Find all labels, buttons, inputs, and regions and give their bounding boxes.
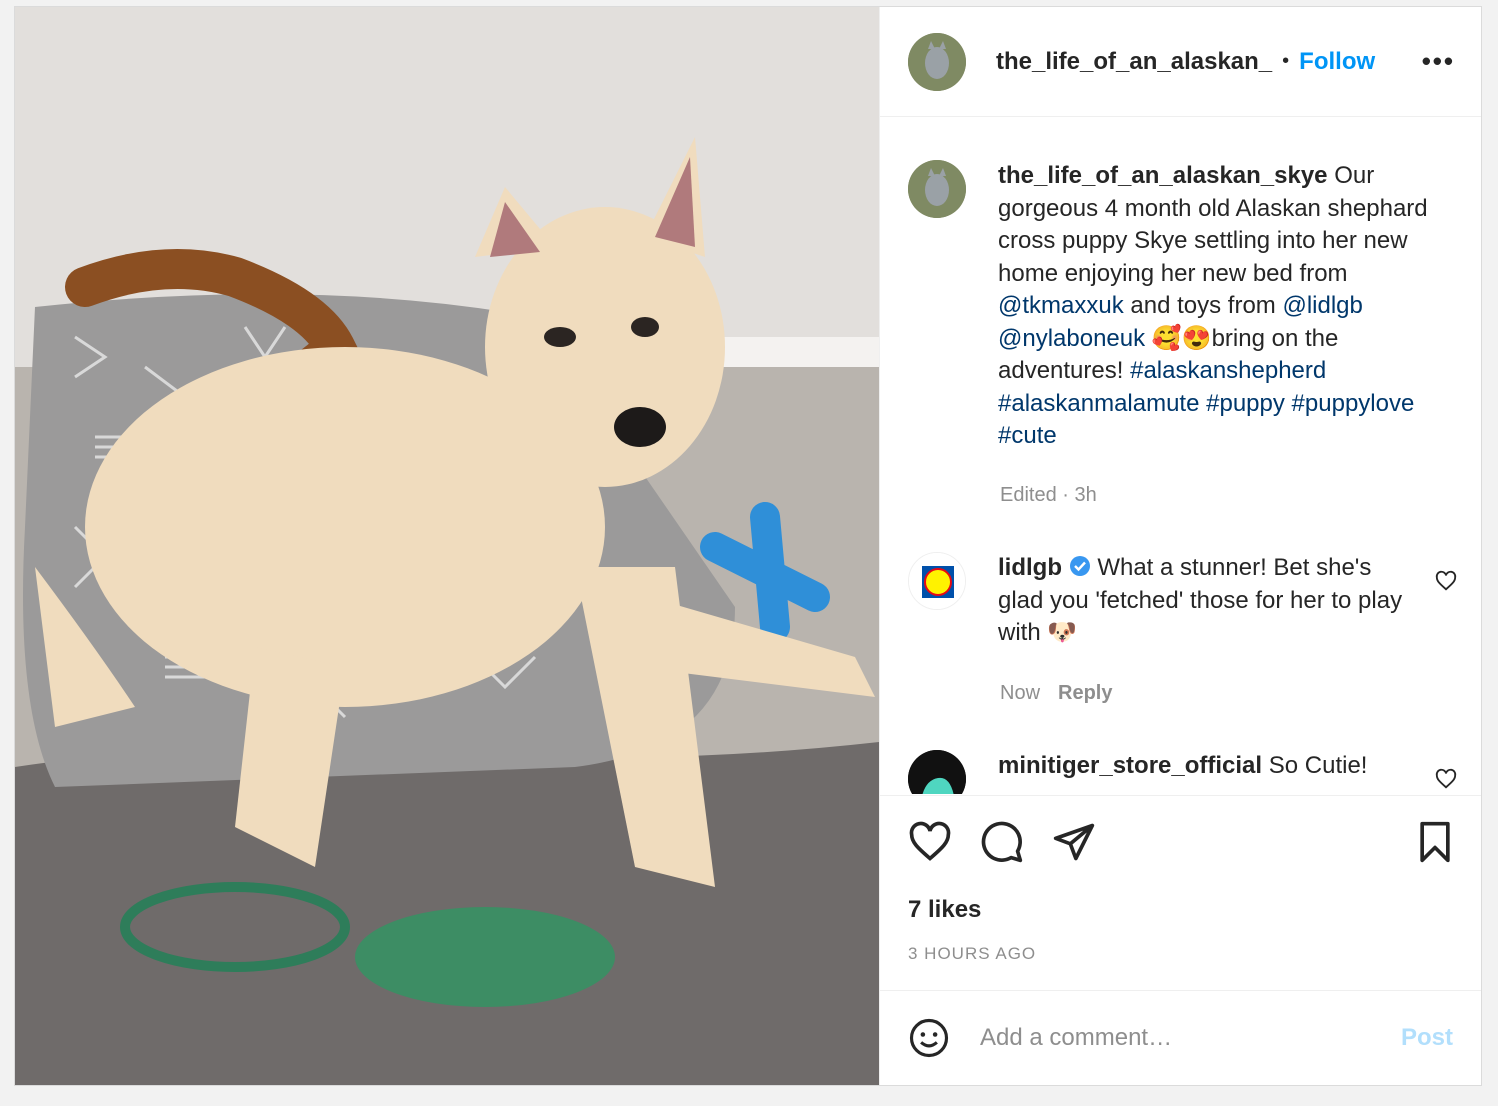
comment-emoji: 🐶 xyxy=(1047,619,1078,646)
caption: the_life_of_an_alaskan_skye Our gorgeous… xyxy=(908,160,1459,453)
like-comment-heart-icon[interactable] xyxy=(1435,768,1457,790)
hashtag[interactable]: #alaskanshepherd xyxy=(1130,357,1326,384)
add-comment-bar: Add a comment… Post xyxy=(880,990,1481,1085)
post-timestamp: 3 HOURS AGO xyxy=(908,944,1037,963)
post-actions: 7 likes 3 HOURS AGO xyxy=(880,795,1481,991)
like-heart-icon[interactable] xyxy=(908,820,952,864)
lidl-avatar[interactable] xyxy=(908,552,966,610)
avatar-dog-image xyxy=(908,160,966,218)
hashtag[interactable]: #puppylove xyxy=(1292,390,1415,417)
emoji-smiley-icon[interactable] xyxy=(908,1017,950,1059)
comment-bubble-icon[interactable] xyxy=(980,820,1024,864)
puppy-photo-illustration xyxy=(15,7,879,1085)
more-options-icon[interactable]: ••• xyxy=(1422,46,1455,77)
mention-nylaboneuk[interactable]: @nylaboneuk xyxy=(998,325,1145,352)
avatar-dog-image xyxy=(908,32,966,91)
post-comment-button[interactable]: Post xyxy=(1401,1024,1453,1052)
comment-body: So Cutie! xyxy=(1268,752,1368,779)
comment: minitiger_store_official So Cutie! xyxy=(908,750,1459,794)
mention-lidlgb[interactable]: @lidlgb xyxy=(1282,292,1362,319)
add-comment-input[interactable]: Add a comment… xyxy=(980,1024,1401,1052)
comments-list[interactable]: the_life_of_an_alaskan_skye Our gorgeous… xyxy=(880,118,1481,794)
save-bookmark-icon[interactable] xyxy=(1413,820,1457,864)
likes-count[interactable]: 7 likes xyxy=(908,896,981,924)
comment-username[interactable]: minitiger_store_official xyxy=(998,752,1262,779)
post-photo[interactable] xyxy=(15,7,879,1085)
mention-tkmaxxuk[interactable]: @tkmaxxuk xyxy=(998,292,1124,319)
caption-meta: Edited · 3h xyxy=(1000,484,1097,506)
caption-avatar[interactable] xyxy=(908,160,966,218)
post-dialog: the_life_of_an_alaskan_ • Follow ••• the… xyxy=(14,6,1482,1086)
hashtag[interactable]: #cute xyxy=(998,422,1057,449)
hashtag[interactable]: #puppy xyxy=(1206,390,1285,417)
caption-username[interactable]: the_life_of_an_alaskan_skye xyxy=(998,162,1328,189)
hashtag[interactable]: #alaskanmalamute xyxy=(998,390,1199,417)
comment-meta: Now Reply xyxy=(1000,682,1112,705)
comment-text: minitiger_store_official So Cutie! xyxy=(998,750,1418,794)
verified-badge-icon xyxy=(1069,554,1091,576)
minitiger-avatar[interactable] xyxy=(908,750,966,794)
caption-text: the_life_of_an_alaskan_skye Our gorgeous… xyxy=(998,160,1456,453)
post-header: the_life_of_an_alaskan_ • Follow ••• xyxy=(880,7,1481,117)
author-avatar[interactable] xyxy=(908,32,966,91)
caption-emoji: 🥰😍 xyxy=(1151,324,1212,352)
minitiger-logo-icon xyxy=(908,750,966,794)
comment-time: Now xyxy=(1000,682,1041,704)
reply-button[interactable]: Reply xyxy=(1058,682,1112,704)
caption-body-2: and toys from xyxy=(1123,292,1283,319)
post-sidebar: the_life_of_an_alaskan_ • Follow ••• the… xyxy=(879,7,1481,1085)
comment-username[interactable]: lidlgb xyxy=(998,554,1062,581)
comment-text: lidlgb What a stunner! Bet she's glad yo… xyxy=(998,552,1418,650)
follow-button[interactable]: Follow xyxy=(1299,48,1375,76)
comment: lidlgb What a stunner! Bet she's glad yo… xyxy=(908,552,1459,650)
like-comment-heart-icon[interactable] xyxy=(1435,570,1457,592)
separator-dot: • xyxy=(1282,50,1290,72)
author-username[interactable]: the_life_of_an_alaskan_ xyxy=(996,48,1272,76)
lidl-logo-icon xyxy=(909,553,965,609)
share-paper-plane-icon[interactable] xyxy=(1052,820,1096,864)
